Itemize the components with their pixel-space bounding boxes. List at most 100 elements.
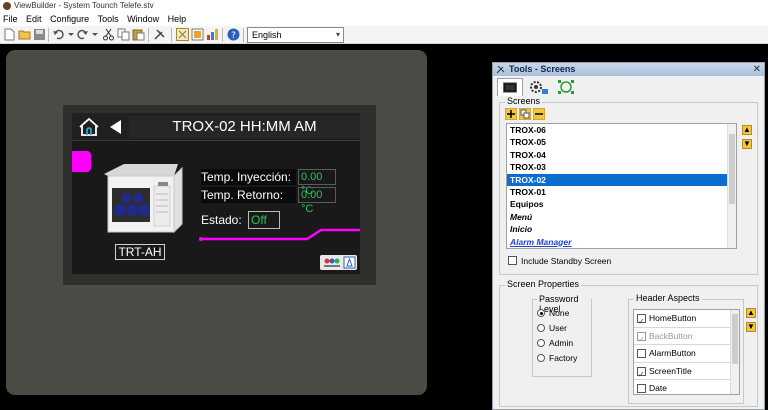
aspect-move-down-icon[interactable]: ▼ (746, 322, 756, 332)
scrollbar-thumb[interactable] (729, 134, 735, 204)
toolbar-separator (171, 28, 172, 42)
hmi-screen[interactable]: TROX-02 HH:MM AM TRT-AH Temp. Inyección:… (72, 113, 360, 274)
home-icon[interactable] (77, 117, 101, 137)
back-arrow-icon[interactable] (108, 119, 122, 135)
menu-window[interactable]: Window (124, 12, 162, 26)
close-icon[interactable]: ✕ (753, 63, 761, 76)
chevron-down-icon: ▾ (335, 30, 340, 39)
header-aspects-list[interactable]: HomeButton BackButton AlarmButton Screen… (633, 309, 740, 395)
aspect-checkbox[interactable] (637, 331, 646, 348)
screen-layout-icon[interactable] (176, 28, 189, 41)
aspect-item-homebutton[interactable]: HomeButton (634, 310, 739, 330)
scrollbar-thumb[interactable] (732, 314, 738, 364)
aspect-label: HomeButton (649, 313, 697, 323)
aspect-checkbox[interactable] (637, 313, 646, 330)
radio-admin[interactable] (537, 339, 545, 347)
menu-edit[interactable]: Edit (23, 12, 45, 26)
standby-label: Include Standby Screen (521, 256, 612, 266)
screen-properties-group: Screen Properties Password Level None Us… (499, 279, 758, 407)
side-tab[interactable] (72, 151, 91, 172)
hmi-header: TROX-02 HH:MM AM (72, 113, 360, 141)
screen-item-trox-02[interactable]: TROX-02 (507, 173, 736, 186)
hvac-unit-image (104, 164, 183, 234)
aspect-checkbox[interactable] (637, 366, 646, 383)
temp-retorno-value: 0.00 °C (298, 187, 336, 215)
aspects-scrollbar[interactable] (730, 310, 739, 394)
tools-icon[interactable] (153, 28, 166, 41)
move-down-icon[interactable]: ▼ (742, 139, 752, 149)
temp-inyeccion-value: 0.00 °C (298, 169, 336, 197)
tab-screen-settings[interactable] (525, 78, 551, 96)
duplicate-screen-icon[interactable] (519, 108, 531, 120)
aspect-checkbox[interactable] (637, 349, 646, 358)
remove-screen-icon[interactable] (533, 108, 545, 120)
standby-checkbox[interactable] (508, 256, 517, 265)
language-value: English (252, 30, 282, 40)
tools-panel-icon (496, 65, 505, 74)
radio-user[interactable] (537, 324, 545, 332)
temp-inyeccion-label: Temp. Inyección: (201, 169, 296, 185)
machine-label: TRT-AH (115, 244, 165, 260)
save-icon[interactable] (33, 28, 46, 41)
aspect-item-backbutton[interactable]: BackButton (634, 328, 739, 348)
screen-item-trox-03[interactable]: TROX-03 (507, 161, 736, 173)
toolbar-separator (222, 28, 223, 42)
screens-scrollbar[interactable] (727, 124, 736, 248)
screen-item-trox-06[interactable]: TROX-06 (507, 124, 736, 136)
screens-list[interactable]: TROX-06 TROX-05 TROX-04 TROX-03 TROX-02 … (506, 123, 737, 249)
screen-item-trox-01[interactable]: TROX-01 (507, 186, 736, 198)
design-canvas[interactable]: TROX-02 HH:MM AM TRT-AH Temp. Inyección:… (6, 50, 427, 395)
work-area: TROX-02 HH:MM AM TRT-AH Temp. Inyección:… (0, 44, 768, 410)
language-select[interactable]: English ▾ (247, 27, 344, 43)
menu-help[interactable]: Help (165, 12, 190, 26)
password-level-group: Password Level None User Admin Factory (532, 294, 592, 377)
undo-icon[interactable] (52, 28, 65, 41)
tab-screens[interactable] (497, 78, 523, 96)
aspect-label: BackButton (649, 330, 693, 341)
svg-text:?: ? (231, 31, 236, 41)
window-titlebar: ViewBuilder - System Tounch Telefe.stv (0, 0, 768, 12)
aspect-item-screentitle[interactable]: ScreenTitle (634, 363, 739, 383)
menu-configure[interactable]: Configure (47, 12, 92, 26)
new-file-icon[interactable] (3, 28, 16, 41)
tools-panel-titlebar: Tools - Screens ✕ (493, 63, 764, 76)
aspect-checkbox[interactable] (637, 384, 646, 393)
add-screen-icon[interactable] (505, 108, 517, 120)
radio-label: Factory (549, 353, 578, 363)
chart-icon[interactable] (206, 28, 219, 41)
tab-screen-objects[interactable] (553, 78, 579, 96)
menu-tools[interactable]: Tools (95, 12, 122, 26)
window-title: ViewBuilder - System Tounch Telefe.stv (14, 1, 154, 10)
aspect-move-up-icon[interactable]: ▲ (746, 308, 756, 318)
screen-item-equipos[interactable]: Equipos (507, 198, 736, 210)
help-icon[interactable]: ? (227, 28, 240, 41)
hmi-title-box: TROX-02 HH:MM AM (129, 116, 360, 138)
screen-item-menu[interactable]: Menú (507, 211, 736, 223)
header-aspects-title: Header Aspects (634, 293, 702, 303)
menu-bar: File Edit Configure Tools Window Help (0, 12, 768, 26)
cut-icon[interactable] (102, 28, 115, 41)
radio-none[interactable] (537, 309, 545, 317)
screen-item-alarm-manager[interactable]: Alarm Manager (507, 236, 736, 248)
screen-item-inicio[interactable]: Inicio (507, 223, 736, 235)
screen-item-trox-04[interactable]: TROX-04 (507, 149, 736, 161)
open-folder-icon[interactable] (18, 28, 31, 41)
copy-icon[interactable] (117, 28, 130, 41)
radio-label: User (549, 323, 567, 333)
aspect-label: AlarmButton (649, 348, 696, 358)
aspect-item-date[interactable]: Date (634, 380, 739, 394)
radio-label: Admin (549, 338, 574, 348)
redo-icon[interactable] (76, 28, 89, 41)
pipe-line (199, 228, 360, 241)
move-up-icon[interactable]: ▲ (742, 125, 752, 135)
header-aspects-group: Header Aspects HomeButton BackButton Ala… (628, 293, 756, 404)
toolbar-separator (243, 28, 244, 42)
menu-file[interactable]: File (0, 12, 21, 26)
paste-icon[interactable] (132, 28, 145, 41)
screens-group-title: Screens (505, 96, 543, 106)
radio-factory[interactable] (537, 354, 545, 362)
image-icon[interactable] (191, 28, 204, 41)
redo-dropdown-icon[interactable] (89, 28, 102, 41)
screen-item-trox-05[interactable]: TROX-05 (507, 136, 736, 148)
aspect-item-alarmbutton[interactable]: AlarmButton (634, 345, 739, 363)
